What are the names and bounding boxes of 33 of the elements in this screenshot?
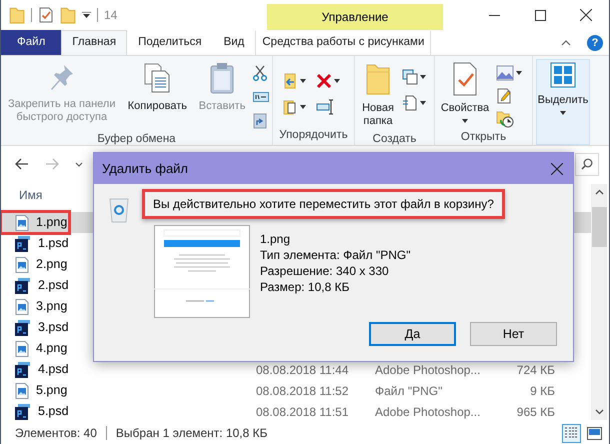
file-size: 9 КБ — [529, 384, 555, 398]
file-name: 1.png — [36, 214, 68, 232]
file-type: Adobe Photoshop... — [375, 362, 482, 376]
file-detail: Тип элемента: Файл "PNG" — [260, 247, 410, 263]
file-size: 724 КБ — [516, 362, 555, 376]
file-type: Файл "PNG" — [375, 384, 444, 398]
file-name: 2.png — [36, 256, 68, 274]
group-label: Буфер обмена — [96, 132, 177, 145]
file-date: 08.08.2018 11:44 — [256, 362, 350, 376]
file-name: 4.png — [36, 340, 68, 358]
file-name: 3.png — [36, 298, 68, 316]
file-name: 4.psd — [38, 361, 69, 378]
window-title: 14 — [104, 7, 118, 24]
file-name: 3.psd — [38, 319, 69, 336]
file-detail: Размер: 10,8 КБ — [260, 279, 350, 295]
group-label: Упорядочить — [278, 128, 349, 143]
file-date: 08.08.2018 11:51 — [256, 404, 350, 418]
confirmation-message: Вы действительно хотите переместить этот файл в корзину? — [142, 189, 505, 219]
file-name: 5.psd — [38, 403, 69, 420]
file-type: Adobe Photoshop... — [375, 404, 482, 418]
file-size: 965 КБ — [516, 404, 555, 418]
group-label: Создать — [372, 132, 418, 145]
group-label: Открыть — [460, 130, 508, 145]
item-count: Элементов: 40 — [15, 425, 97, 442]
file-date: 08.08.2018 11:52 — [256, 384, 350, 398]
file-name: 1.psd — [38, 235, 69, 252]
file-detail: 1.png — [260, 231, 292, 247]
selection-info: Выбран 1 элемент: 10,8 КБ — [116, 425, 268, 442]
file-detail: Разрешение: 340 x 330 — [260, 263, 390, 279]
dialog-title: Удалить файл — [102, 160, 188, 178]
context-tab-label: Управление — [267, 4, 443, 30]
file-name: 2.psd — [38, 277, 69, 294]
file-name: 5.png — [36, 382, 68, 400]
